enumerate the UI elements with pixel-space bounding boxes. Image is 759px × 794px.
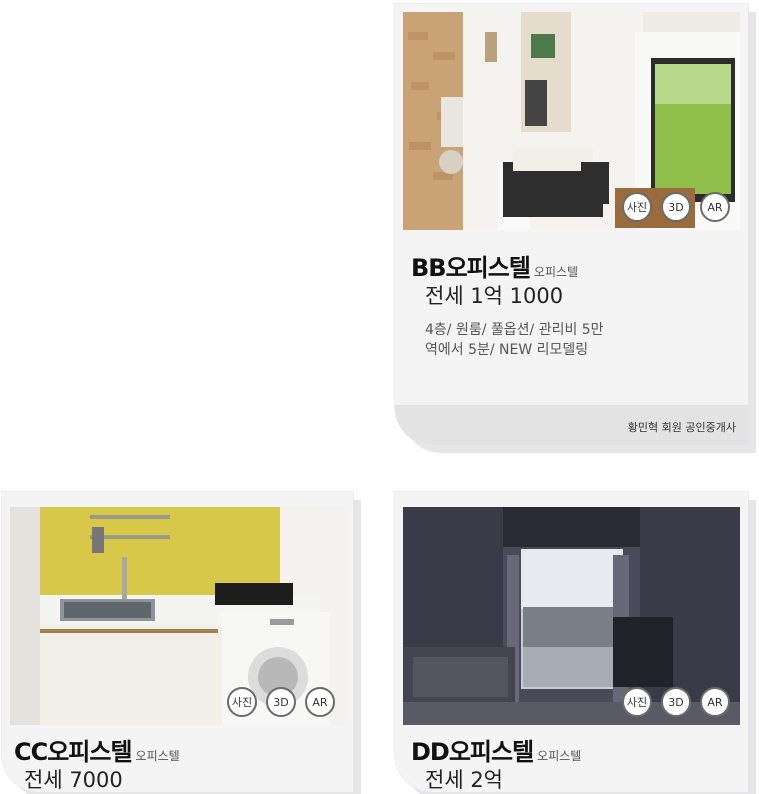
listing-title: BB오피스텔 오피스텔 [411, 248, 578, 283]
3d-button[interactable]: 3D [661, 192, 691, 222]
listing-card-cc[interactable]: 사진 3D AR CC오피스텔 오피스텔 전세 7000 [2, 492, 353, 792]
ar-button[interactable]: AR [700, 192, 730, 222]
listing-title: CC오피스텔 오피스텔 [14, 732, 180, 767]
listing-type: 오피스텔 [537, 749, 582, 763]
agent-info[interactable]: 황민혁 회원 공인중개사 [395, 405, 748, 445]
listing-photo[interactable]: 사진 3D AR [403, 507, 740, 725]
listing-price: 전세 2억 [425, 768, 503, 792]
listing-photo[interactable]: 사진 3D AR [10, 507, 345, 725]
listing-type: 오피스텔 [533, 265, 579, 279]
listing-card-bb[interactable]: 사진 3D AR BB오피스텔 오피스텔 전세 1억 1000 4층/ 원룸/ 풀… [395, 4, 748, 445]
listing-type: 오피스텔 [135, 749, 180, 763]
listing-photo[interactable]: 사진 3D AR [403, 12, 740, 230]
photo-button[interactable]: 사진 [622, 687, 652, 717]
photo-button[interactable]: 사진 [622, 192, 652, 222]
listing-title: DD오피스텔 오피스텔 [411, 732, 581, 767]
listing-desc-2: 역에서 5분/ NEW 리모델링 [425, 342, 589, 358]
photo-button[interactable]: 사진 [227, 687, 257, 717]
ar-button[interactable]: AR [305, 687, 335, 717]
ar-button[interactable]: AR [700, 687, 730, 717]
listing-desc-1: 4층/ 원룸/ 풀옵션/ 관리비 5만 [425, 322, 604, 338]
3d-button[interactable]: 3D [266, 687, 296, 717]
listing-name: CC오피스텔 [14, 738, 133, 766]
listing-name: BB오피스텔 [411, 254, 531, 282]
listing-price: 전세 7000 [24, 768, 123, 792]
listing-price: 전세 1억 1000 [425, 284, 564, 308]
listing-name: DD오피스텔 [411, 738, 534, 766]
3d-button[interactable]: 3D [661, 687, 691, 717]
listing-card-dd[interactable]: 사진 3D AR DD오피스텔 오피스텔 전세 2억 [395, 492, 748, 792]
